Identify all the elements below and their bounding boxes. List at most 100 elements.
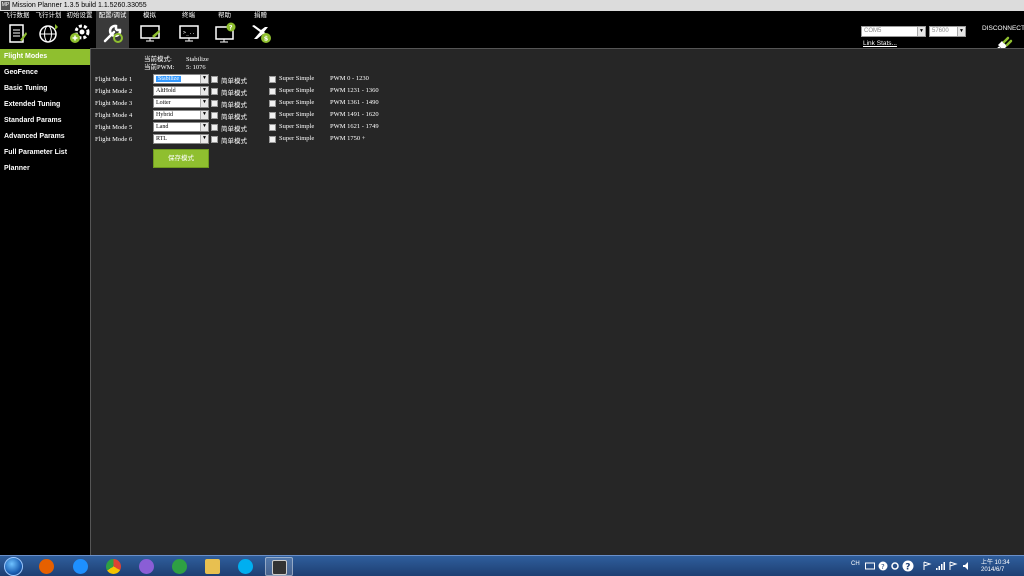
super-simple-checkbox[interactable]	[269, 76, 276, 83]
menu-simulation[interactable]: 模拟	[133, 11, 166, 48]
pwm-range: PWM 1361 - 1490	[330, 99, 379, 106]
keyboard-icon[interactable]	[865, 561, 875, 571]
simple-mode-label: 简单模式	[221, 102, 247, 109]
help-icon[interactable]: ?	[878, 561, 888, 571]
chevron-down-icon: ▼	[200, 99, 208, 107]
clock-time[interactable]: 上午 10:34	[981, 557, 1010, 566]
taskbar-app-skype[interactable]	[232, 557, 260, 576]
internet-explorer-icon	[73, 559, 88, 574]
menu-help[interactable]: 帮助 ?	[208, 11, 241, 48]
menu-flight-plan[interactable]: 飞行计划	[32, 11, 65, 48]
config-tuning-icon	[103, 24, 123, 43]
sidebar-item-flight-modes[interactable]: Flight Modes	[0, 49, 96, 65]
com-port-select[interactable]: COM5 ▼	[861, 26, 926, 37]
taskbar-app-360-browser[interactable]	[166, 557, 194, 576]
pwm-range: PWM 1491 - 1620	[330, 111, 379, 118]
simple-mode-checkbox[interactable]	[211, 136, 218, 143]
menu-terminal[interactable]: 终端 >_..	[172, 11, 205, 48]
super-simple-checkbox[interactable]	[269, 136, 276, 143]
flight-mode-row-4: Flight Mode 4 Hybrid ▼ 简单模式 Super Simple…	[91, 110, 1024, 122]
network-icon[interactable]	[935, 561, 945, 571]
sidebar-item-basic-tuning[interactable]: Basic Tuning	[0, 81, 90, 97]
sidebar-item-extended-tuning[interactable]: Extended Tuning	[0, 97, 90, 113]
input-language-indicator[interactable]: CH	[851, 561, 860, 567]
menu-label: 初始设置	[66, 12, 93, 19]
svg-text:?: ?	[881, 563, 885, 571]
pwm-range: PWM 1231 - 1360	[330, 87, 379, 94]
simple-mode-checkbox[interactable]	[211, 112, 218, 119]
chevron-down-icon: ▼	[200, 123, 208, 131]
sidebar-item-full-parameter-list[interactable]: Full Parameter List	[0, 145, 90, 161]
flight-mode-value: Hybrid	[156, 112, 173, 118]
simple-mode-label: 简单模式	[221, 78, 247, 85]
super-simple-label: Super Simple	[279, 75, 315, 82]
title-bar: MP Mission Planner 1.3.5 build 1.1.5260.…	[0, 0, 1024, 11]
sidebar-item-planner[interactable]: Planner	[0, 161, 90, 177]
flight-mode-value: Loiter	[156, 100, 171, 106]
baud-rate-select[interactable]: 57600 ▼	[929, 26, 966, 37]
flag-icon[interactable]	[922, 561, 932, 571]
chevron-down-icon: ▼	[917, 27, 925, 36]
menu-label: 捐赠	[254, 12, 267, 19]
menu-label: 飞行数据	[3, 12, 30, 19]
flight-mode-value: AltHold	[156, 88, 176, 94]
current-mode-value: Stabilize	[186, 56, 209, 63]
sidebar: Flight Modes GeoFence Basic Tuning Exten…	[0, 48, 96, 555]
flight-mode-3-select[interactable]: Loiter ▼	[153, 98, 209, 108]
svg-text:?: ?	[905, 563, 910, 573]
settings-icon[interactable]	[890, 561, 900, 571]
file-explorer-icon	[205, 559, 220, 574]
flight-mode-4-select[interactable]: Hybrid ▼	[153, 110, 209, 120]
volume-icon[interactable]	[962, 561, 972, 571]
flight-mode-6-select[interactable]: RTL ▼	[153, 134, 209, 144]
menu-label: 飞行计划	[35, 12, 62, 19]
taskbar-app-mission-planner[interactable]	[265, 557, 293, 576]
window-title: Mission Planner 1.3.5 build 1.1.5260.330…	[12, 2, 147, 9]
super-simple-checkbox[interactable]	[269, 124, 276, 131]
flight-mode-2-select[interactable]: AltHold ▼	[153, 86, 209, 96]
sidebar-item-standard-params[interactable]: Standard Params	[0, 113, 90, 129]
menu-flight-data[interactable]: 飞行数据	[0, 11, 33, 48]
super-simple-checkbox[interactable]	[269, 100, 276, 107]
chevron-down-icon: ▼	[200, 111, 208, 119]
link-stats-link[interactable]: Link Stats...	[863, 40, 897, 47]
super-simple-checkbox[interactable]	[269, 112, 276, 119]
terminal-icon: >_..	[178, 25, 199, 42]
chevron-down-icon: ▼	[200, 87, 208, 95]
simple-mode-checkbox[interactable]	[211, 100, 218, 107]
menu-initial-setup[interactable]: 初始设置	[63, 11, 96, 48]
super-simple-label: Super Simple	[279, 87, 315, 94]
menu-donate[interactable]: 捐赠 $	[244, 11, 277, 48]
taskbar-app-internet-explorer[interactable]	[67, 557, 95, 576]
start-button[interactable]	[4, 557, 23, 576]
simple-mode-checkbox[interactable]	[211, 88, 218, 95]
current-pwm-label: 当前PWM:	[144, 64, 175, 71]
simple-mode-checkbox[interactable]	[211, 76, 218, 83]
taskbar-app-qq[interactable]	[133, 557, 161, 576]
save-modes-button[interactable]: 保存模式	[153, 149, 209, 168]
flight-mode-1-select[interactable]: Stabilize ▼	[153, 74, 209, 84]
flight-mode-value: Stabilize	[156, 76, 181, 82]
main-toolbar: 飞行数据 飞行计划 初始设置 配置/调试 模拟 终端 >_.. 帮助 ? 捐赠 …	[0, 11, 1024, 56]
flag-icon[interactable]	[948, 561, 958, 571]
taskbar-app-firefox[interactable]	[33, 557, 61, 576]
simple-mode-label: 简单模式	[221, 138, 247, 145]
sidebar-item-geofence[interactable]: GeoFence	[0, 65, 90, 81]
skype-icon	[238, 559, 253, 574]
flight-mode-5-select[interactable]: Land ▼	[153, 122, 209, 132]
chevron-down-icon: ▼	[200, 75, 208, 83]
flight-mode-label: Flight Mode 2	[95, 88, 133, 95]
super-simple-checkbox[interactable]	[269, 88, 276, 95]
menu-label: 配置/调试	[98, 12, 127, 19]
help-circle-icon[interactable]: ?	[902, 560, 914, 572]
taskbar-app-chrome[interactable]	[100, 557, 128, 576]
flight-plan-icon	[38, 24, 58, 43]
menu-config-tuning[interactable]: 配置/调试	[96, 11, 129, 48]
clock-date[interactable]: 2014/6/7	[981, 567, 1004, 573]
taskbar-app-file-explorer[interactable]	[199, 557, 227, 576]
simple-mode-label: 简单模式	[221, 126, 247, 133]
simple-mode-checkbox[interactable]	[211, 124, 218, 131]
flight-mode-row-3: Flight Mode 3 Loiter ▼ 简单模式 Super Simple…	[91, 98, 1024, 110]
sidebar-item-advanced-params[interactable]: Advanced Params	[0, 129, 90, 145]
disconnect-label[interactable]: DISCONNECT	[982, 25, 1024, 32]
